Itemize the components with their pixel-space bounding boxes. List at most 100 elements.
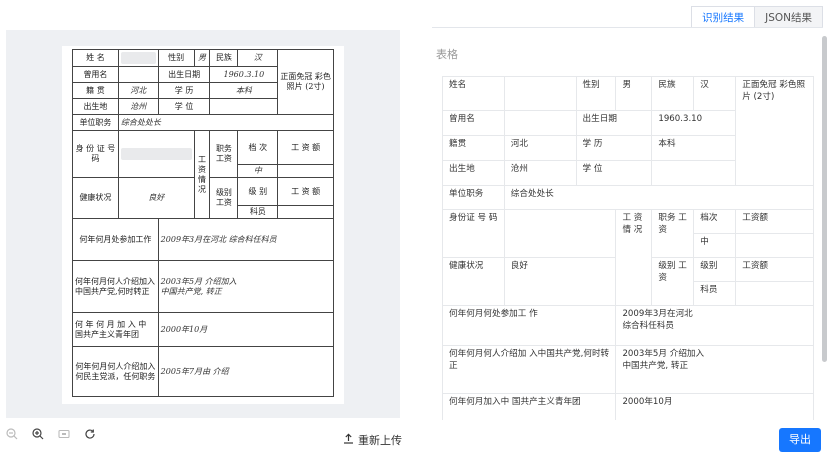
cell-ethnicity-value: 汉 — [693, 76, 737, 111]
cell-position-salary-label: 职务 工资 — [651, 209, 695, 258]
cell-former-name-label: 曾用名 — [442, 110, 505, 136]
reupload-button[interactable]: 重新上传 — [343, 432, 402, 448]
result-table: 姓名 性别 男 民族 汉 正面免冠 彩色照片 (2寸) 曾用名 出生日期 196… — [441, 76, 815, 420]
form-work-start-value: 2009年3月在河北 综合科任科员 — [157, 218, 335, 261]
cell-league-value: 2000年10月 — [615, 393, 814, 420]
cell-salary-label: 工 资 情 况 — [615, 209, 653, 306]
cell-photo-label: 正面免冠 彩色照片 (2寸) — [735, 76, 814, 186]
form-party-value-3: 中国共产党, — [160, 286, 204, 296]
form-democratic-value-2: 介绍 — [212, 366, 229, 376]
cell-party-label: 何年何月何人介绍加 入中国共产党,何时转 正 — [441, 345, 617, 394]
cell-party-value-2: 介绍加入 — [669, 349, 705, 359]
cell-health-value: 良好 — [503, 257, 617, 306]
form-amount-label-2: 工 资 额 — [277, 177, 334, 206]
form-birthplace-label: 出生地 — [72, 98, 119, 115]
form-ethnicity-label: 民族 — [209, 49, 239, 67]
form-gender-value: 男 — [193, 49, 211, 67]
cell-party-value-3: 中国共产党, — [622, 360, 669, 371]
export-button[interactable]: 导出 — [779, 428, 821, 452]
form-work-unit-value: 综合处处长 — [117, 114, 335, 131]
cell-level-value: 科员 — [693, 281, 737, 306]
form-native-place-label: 籍 贯 — [72, 82, 119, 99]
form-league-label: 何 年 何 月 加 入 中 国共产主义青年团 — [72, 312, 159, 347]
tab-json-result[interactable]: JSON结果 — [755, 6, 823, 28]
cell-native-place-value: 河北 — [503, 135, 577, 161]
form-ethnicity-value: 汉 — [237, 49, 279, 67]
image-toolbar — [6, 428, 96, 440]
form-birth-date-label: 出生日期 — [157, 66, 211, 83]
form-education-value: 本科 — [209, 82, 279, 99]
form-former-name-label: 曾用名 — [72, 66, 119, 83]
cell-level-label: 级别 — [693, 257, 737, 282]
cell-work-unit-value: 综合处处长 — [503, 185, 815, 210]
form-birth-date-value: 1960.3.10 — [209, 66, 279, 83]
cell-amount-label: 工资额 — [735, 209, 814, 234]
form-grade-value: 中 — [237, 164, 279, 178]
form-party-label: 何年何月何人介绍加入中国共产党,何时转正 — [72, 260, 159, 313]
form-work-unit-label: 单位职务 — [72, 114, 119, 131]
reupload-label: 重新上传 — [358, 434, 402, 447]
form-photo-label: 正面免冠 彩色照片 (2寸) — [277, 49, 334, 115]
form-id-label: 身 份 证 号 码 — [72, 130, 119, 178]
form-birthplace-value: 沧州 — [117, 98, 159, 115]
cell-work-unit-label: 单位职务 — [442, 185, 505, 210]
form-health-value: 良好 — [117, 177, 195, 219]
section-title: 表格 — [436, 48, 458, 61]
form-party-value-4: 转正 — [205, 286, 222, 296]
cell-gender-label: 性别 — [575, 76, 617, 111]
form-degree-label: 学 位 — [157, 98, 211, 115]
form-league-value: 2000年10月 — [157, 312, 335, 347]
form-level-salary-label: 级别工资 — [209, 177, 239, 219]
form-position-salary-label: 职务工资 — [209, 130, 239, 178]
cell-party-value-4: 转正 — [670, 360, 689, 371]
form-salary-label: 工资情况 — [193, 130, 211, 219]
zoom-in-icon[interactable] — [32, 428, 44, 440]
form-democratic-value-1: 2005年7月由 — [160, 366, 211, 376]
cell-work-start-value: 2009年3月在河北 综合科任科员 — [615, 305, 814, 346]
cell-ethnicity-label: 民族 — [651, 76, 695, 111]
form-name-label: 姓 名 — [72, 49, 119, 67]
cell-education-value: 本科 — [651, 135, 737, 161]
cell-work-start-label: 何年何月何处参加工 作 — [441, 305, 617, 346]
form-democratic-value: 2005年7月由 介绍 — [157, 346, 335, 397]
form-native-place-value: 河北 — [117, 82, 159, 99]
cell-grade-value: 中 — [693, 233, 737, 258]
form-amount-label: 工 资 额 — [277, 130, 334, 165]
scanned-form-image: 姓 名 性别 男 民族 汉 正面免冠 彩色照片 (2寸) 曾用名 出生日期 19… — [62, 46, 344, 404]
cell-birthplace-value: 沧州 — [503, 160, 577, 186]
cell-league-label: 何年何月加入中 国共产主义青年团 — [441, 393, 617, 420]
redacted-field — [120, 52, 156, 64]
redacted-field — [120, 148, 192, 160]
cell-birthplace-label: 出生地 — [442, 160, 505, 186]
cell-gender-value: 男 — [615, 76, 653, 111]
rotate-icon[interactable] — [84, 428, 96, 440]
scanned-form-table: 姓 名 性别 男 民族 汉 正面免冠 彩色照片 (2寸) 曾用名 出生日期 19… — [72, 49, 335, 397]
cell-birth-date-value: 1960.3.10 — [651, 110, 737, 136]
form-party-value: 2003年5月 介绍加入 中国共产党, 转正 — [157, 260, 335, 313]
cell-education-label: 学 历 — [575, 135, 653, 161]
fit-screen-icon[interactable] — [58, 428, 70, 440]
upload-icon — [343, 433, 354, 447]
cell-degree-label: 学 位 — [575, 160, 653, 186]
form-work-start-label: 何年何月处参加工作 — [72, 218, 159, 261]
result-scrollbar[interactable] — [822, 36, 827, 362]
form-health-label: 健康状况 — [72, 177, 119, 219]
cell-work-start-value-1: 2009年3月在河北 — [622, 309, 693, 319]
form-party-value-2: 介绍加入 — [204, 276, 237, 286]
form-grade-label: 档 次 — [237, 130, 279, 165]
cell-amount-label-2: 工资额 — [735, 257, 814, 282]
cell-work-start-value-2: 综合科任科员 — [622, 320, 675, 331]
cell-id-label: 身份证 号 码 — [442, 209, 505, 258]
tab-recognition-result[interactable]: 识别结果 — [691, 6, 756, 28]
cell-party-value-1: 2003年5月 — [622, 349, 667, 359]
image-preview-panel: 姓 名 性别 男 民族 汉 正面免冠 彩色照片 (2寸) 曾用名 出生日期 19… — [6, 30, 400, 418]
zoom-out-icon[interactable] — [6, 428, 18, 440]
cell-native-place-label: 籍贯 — [442, 135, 505, 161]
form-democratic-label: 何年何月何人介绍加入何民主党派，任何职务 — [72, 346, 159, 397]
recognition-result-panel: 表格 姓名 性别 男 民族 汉 正面免冠 彩色照片 (2寸) 曾用名 出生日期 … — [432, 36, 818, 420]
result-tabs: 识别结果 JSON结果 — [691, 6, 823, 28]
cell-grade-label: 档次 — [693, 209, 737, 234]
tabs-divider — [432, 27, 823, 28]
cell-level-salary-label: 级别 工资 — [651, 257, 695, 306]
cell-health-label: 健康状况 — [442, 257, 505, 306]
